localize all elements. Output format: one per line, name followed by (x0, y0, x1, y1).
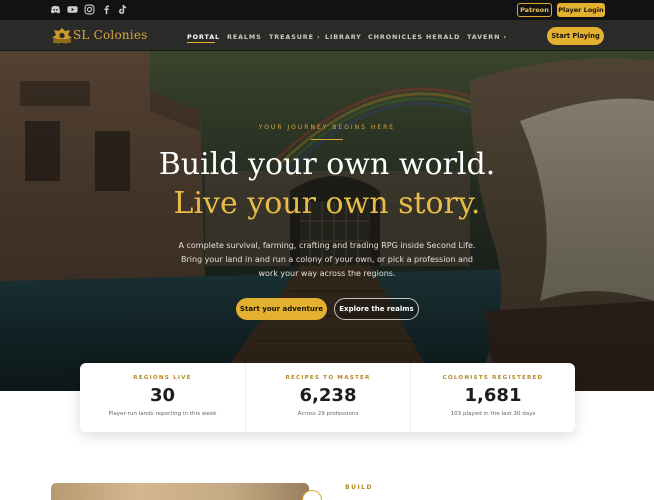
section-badge-circle (302, 490, 322, 500)
nav-item-chronicles[interactable]: CHRONICLES (368, 33, 423, 41)
logo-crest-icon[interactable] (50, 27, 74, 46)
hero-subtext-line: work your way across the regions. (258, 269, 396, 278)
stat-value: 6,238 (299, 385, 357, 406)
nav-item-library[interactable]: LIBRARY (325, 33, 362, 41)
facebook-icon[interactable] (101, 4, 112, 15)
explore-realms-button[interactable]: Explore the realms (334, 298, 419, 320)
player-login-button[interactable]: Player Login (557, 3, 605, 17)
youtube-icon[interactable] (67, 4, 78, 15)
tiktok-icon[interactable] (117, 4, 128, 15)
hero-headline-1: Build your own world. (158, 147, 496, 182)
stat-colonists: COLONISTS REGISTERED 1,681 103 played in… (410, 363, 575, 432)
logo-text[interactable]: SL Colonies (73, 28, 148, 42)
hero-background-image (0, 51, 654, 391)
stat-value: 1,681 (464, 385, 522, 406)
stat-label: COLONISTS REGISTERED (442, 375, 544, 381)
hero-subtext-line: A complete survival, farming, crafting a… (178, 241, 476, 250)
nav-active-indicator (187, 42, 215, 43)
build-section-image (51, 483, 309, 500)
nav-item-treasure[interactable]: TREASURE › (269, 33, 321, 41)
nav-item-herald[interactable]: HERALD (426, 33, 460, 41)
nav-item-realms[interactable]: REALMS (227, 33, 262, 41)
hero-headline-2: Live your own story. (173, 186, 481, 221)
instagram-icon[interactable] (84, 4, 95, 15)
start-playing-button[interactable]: Start Playing (547, 27, 604, 45)
nav-item-portal[interactable]: PORTAL (187, 33, 220, 41)
start-adventure-button[interactable]: Start your adventure (236, 298, 327, 320)
stat-regions-live: REGIONS LIVE 30 Player-run lands reporti… (80, 363, 245, 432)
stat-label: REGIONS LIVE (133, 375, 192, 381)
stat-note: 103 played in the last 30 days (450, 411, 536, 417)
stat-label: RECIPES TO MASTER (285, 375, 371, 381)
eyebrow-divider (311, 139, 343, 140)
stats-card: REGIONS LIVE 30 Player-run lands reporti… (80, 363, 575, 432)
stat-note: Player-run lands reporting in this week (108, 411, 217, 417)
stat-recipes: RECIPES TO MASTER 6,238 Across 29 profes… (245, 363, 410, 432)
stat-value: 30 (149, 385, 176, 406)
top-bar: Patreon Player Login (0, 0, 654, 20)
stat-note: Across 29 professions (297, 411, 359, 417)
discord-icon[interactable] (50, 4, 61, 15)
section-label: BUILD (345, 484, 373, 491)
hero-subtext-line: Bring your land in and run a colony of y… (180, 255, 473, 264)
nav-item-tavern[interactable]: TAVERN › (467, 33, 507, 41)
patreon-button[interactable]: Patreon (517, 3, 552, 17)
hero-section (0, 51, 654, 391)
hero-eyebrow: YOUR JOURNEY BEGINS HERE (258, 124, 396, 131)
